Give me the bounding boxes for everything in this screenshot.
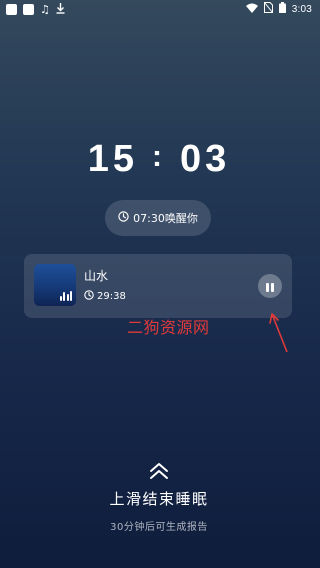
no-sim-icon xyxy=(263,1,274,16)
status-right-icons: 3:03 xyxy=(245,1,312,16)
status-bar: ♫ 3:03 xyxy=(0,0,318,18)
clock-minutes: 03 xyxy=(180,138,231,180)
swipe-up-title[interactable]: 上滑结束睡眠 xyxy=(0,488,318,509)
equalizer-icon xyxy=(59,291,72,301)
annotation-arrow-icon xyxy=(269,313,288,353)
status-time: 3:03 xyxy=(291,3,312,15)
status-left-icons: ♫ xyxy=(6,2,65,16)
music-note-icon: ♫ xyxy=(40,2,50,16)
track-duration: 29:38 xyxy=(84,290,126,303)
swipe-up-subtitle: 30分钟后可生成报告 xyxy=(110,522,208,533)
pause-icon xyxy=(265,277,275,296)
timer-icon xyxy=(84,290,94,303)
track-cover xyxy=(34,264,76,306)
clock-hours: 15 xyxy=(87,138,138,180)
track-title: 山水 xyxy=(84,269,109,283)
alarm-text: 07:30唤醒你 xyxy=(133,212,198,225)
square-icon xyxy=(23,3,34,15)
watermark-text: 二狗资源网 xyxy=(127,318,210,337)
battery-icon xyxy=(278,2,286,16)
player-card[interactable]: 山水 29:38 xyxy=(24,254,292,318)
square-icon xyxy=(6,3,17,15)
wifi-icon xyxy=(245,3,258,16)
double-chevron-up-icon[interactable] xyxy=(148,462,170,480)
alarm-clock-icon xyxy=(118,211,129,225)
download-icon xyxy=(56,2,65,16)
pause-button[interactable] xyxy=(258,274,282,298)
track-duration-text: 29:38 xyxy=(97,291,126,302)
sleep-clock: 15 : 03 xyxy=(0,138,318,181)
clock-separator: : xyxy=(152,139,166,173)
alarm-pill[interactable]: 07:30唤醒你 xyxy=(105,200,211,236)
